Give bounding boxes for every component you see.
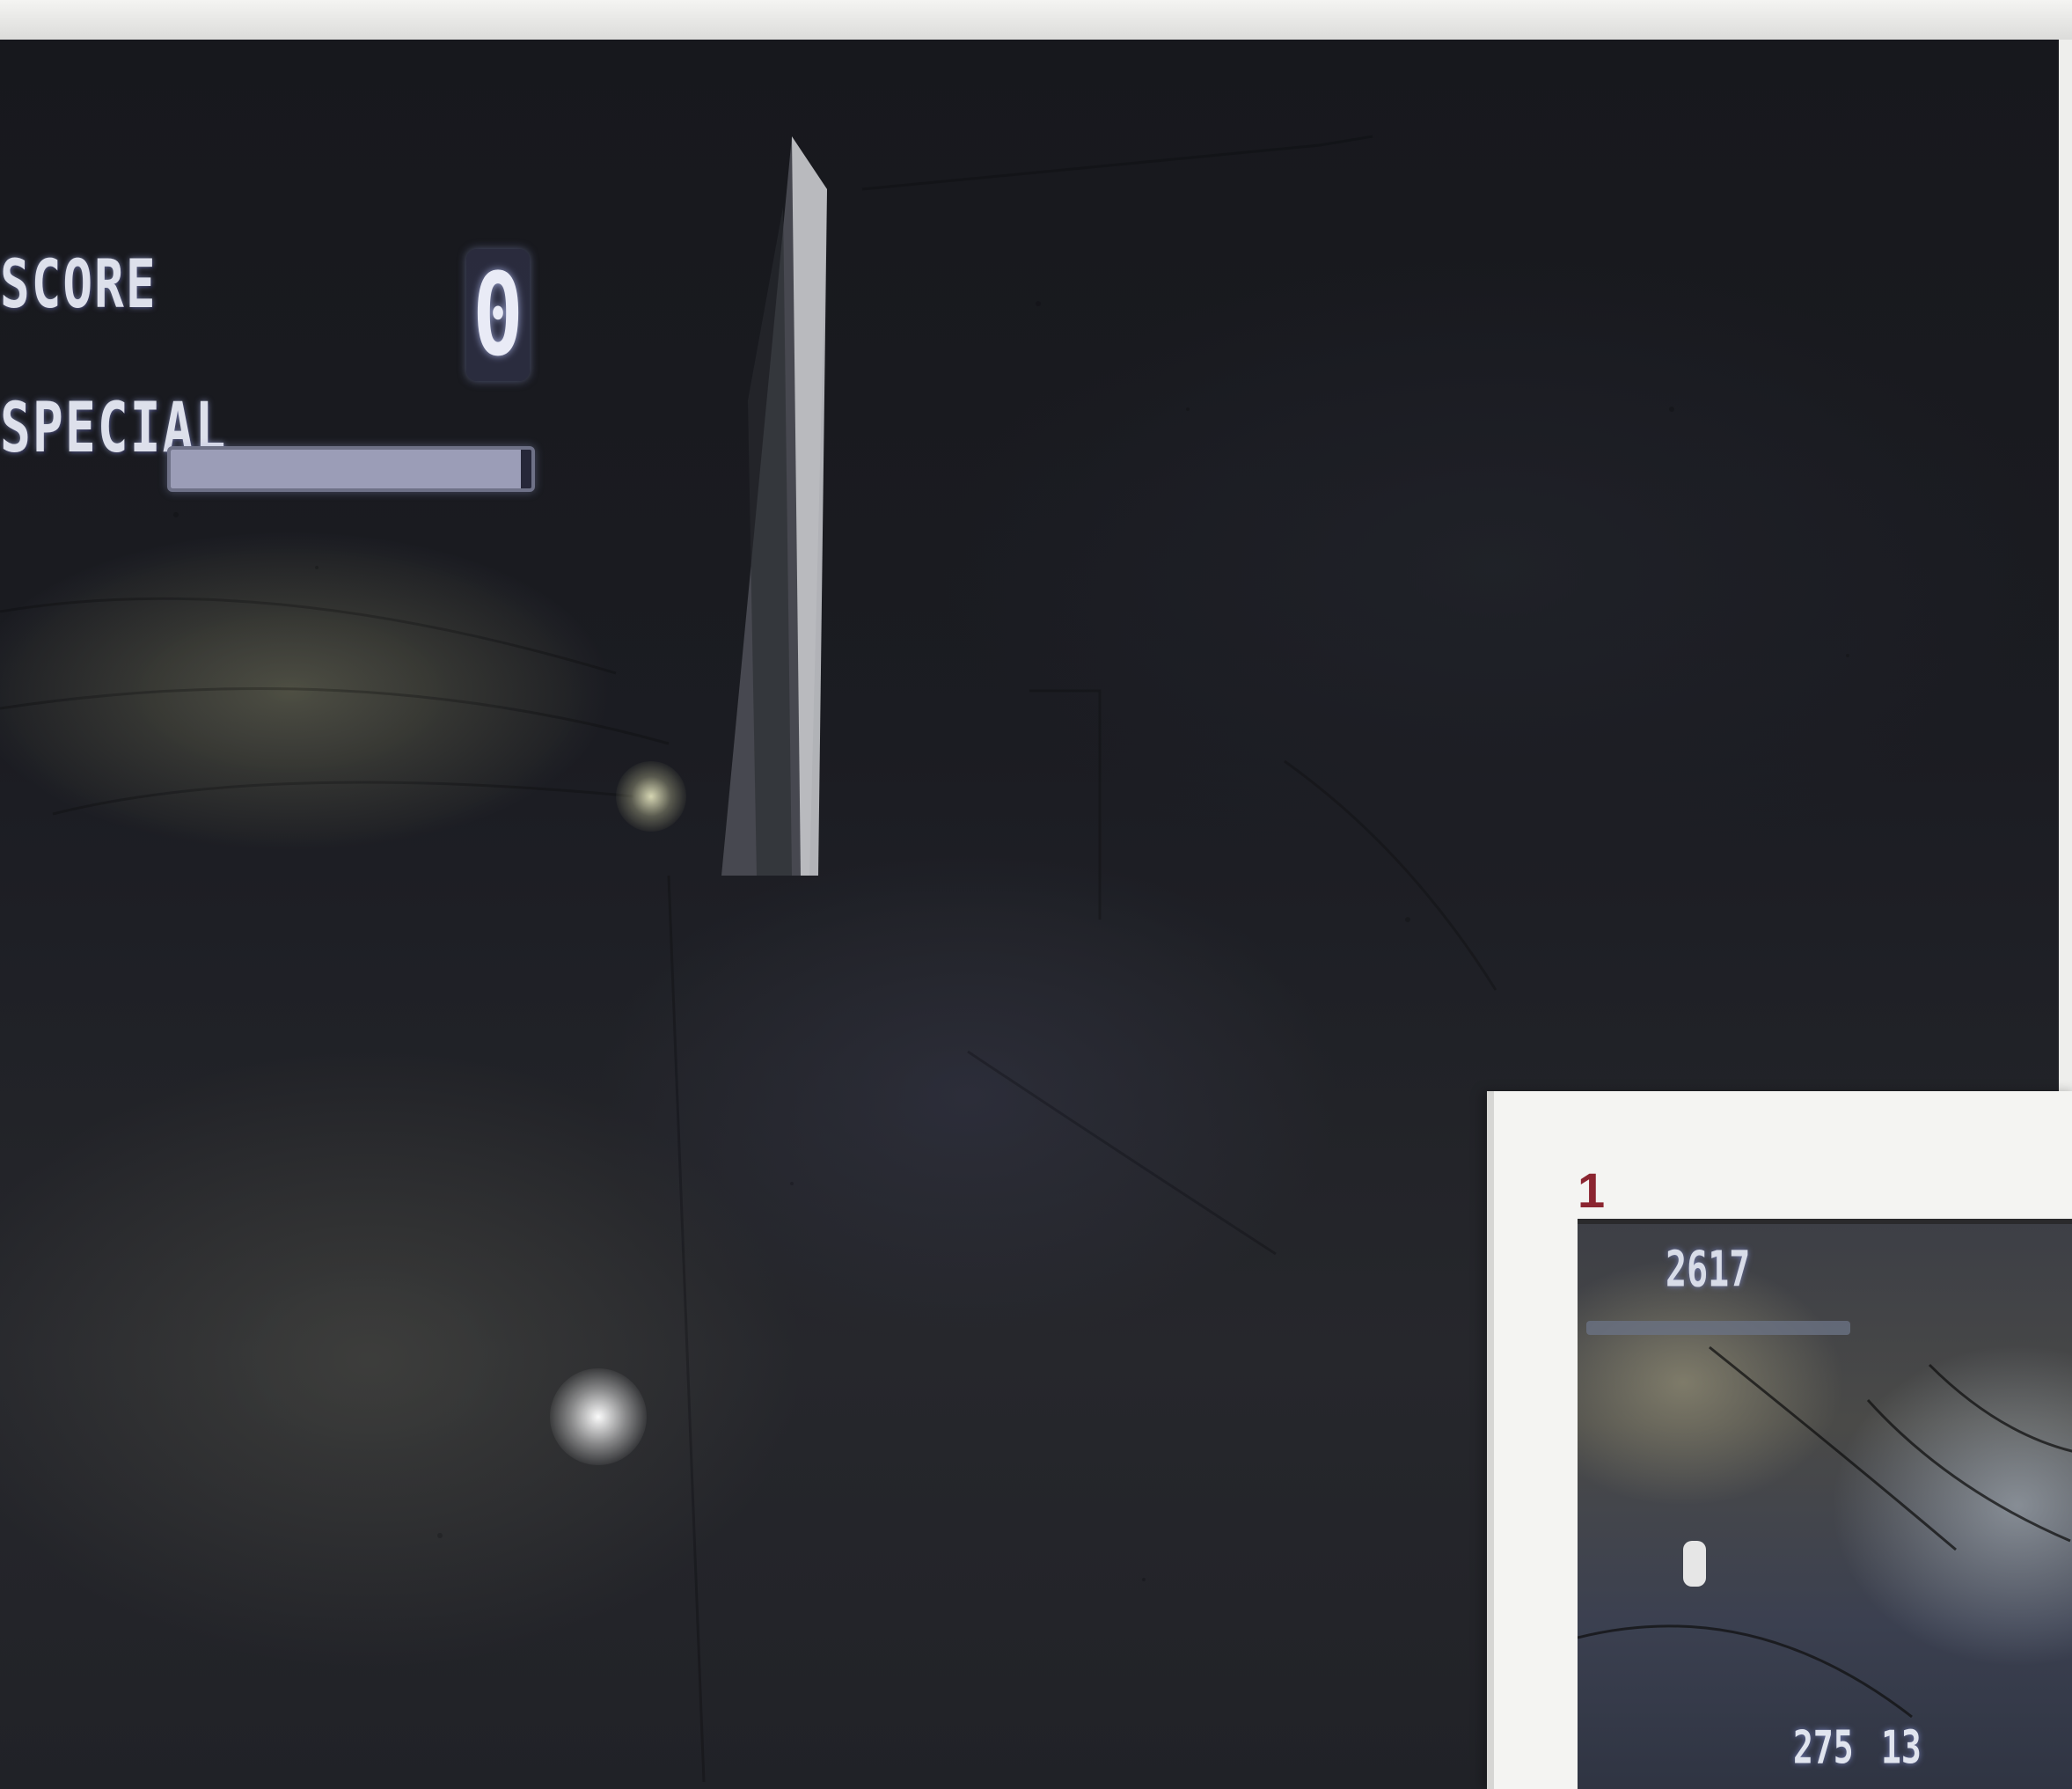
screenshot-frame: SCORE 0 SPECIAL 1 2617 275 13: [0, 0, 2072, 1789]
inset-number: 1: [1578, 1162, 1606, 1218]
inset-stat-right: 13: [1881, 1721, 1922, 1774]
inset-game-screen: 2617 275 13: [1578, 1219, 2072, 1789]
thumbnail-inset: 1 2617 275 13: [1487, 1091, 2072, 1789]
special-meter-fill: [171, 450, 521, 488]
score-display: 0: [466, 248, 530, 382]
score-label: SCORE: [0, 246, 157, 324]
lamp-icon: [550, 1368, 647, 1465]
tower-icon: [721, 136, 827, 876]
inset-scene-texture: [1578, 1345, 2072, 1719]
lamp-icon: [616, 761, 686, 832]
special-meter: [167, 446, 535, 492]
page-top-strip: [0, 0, 2072, 40]
inset-stat-left: 275: [1793, 1721, 1854, 1774]
score-value: 0: [472, 248, 523, 382]
inset-character: [1683, 1541, 1706, 1587]
